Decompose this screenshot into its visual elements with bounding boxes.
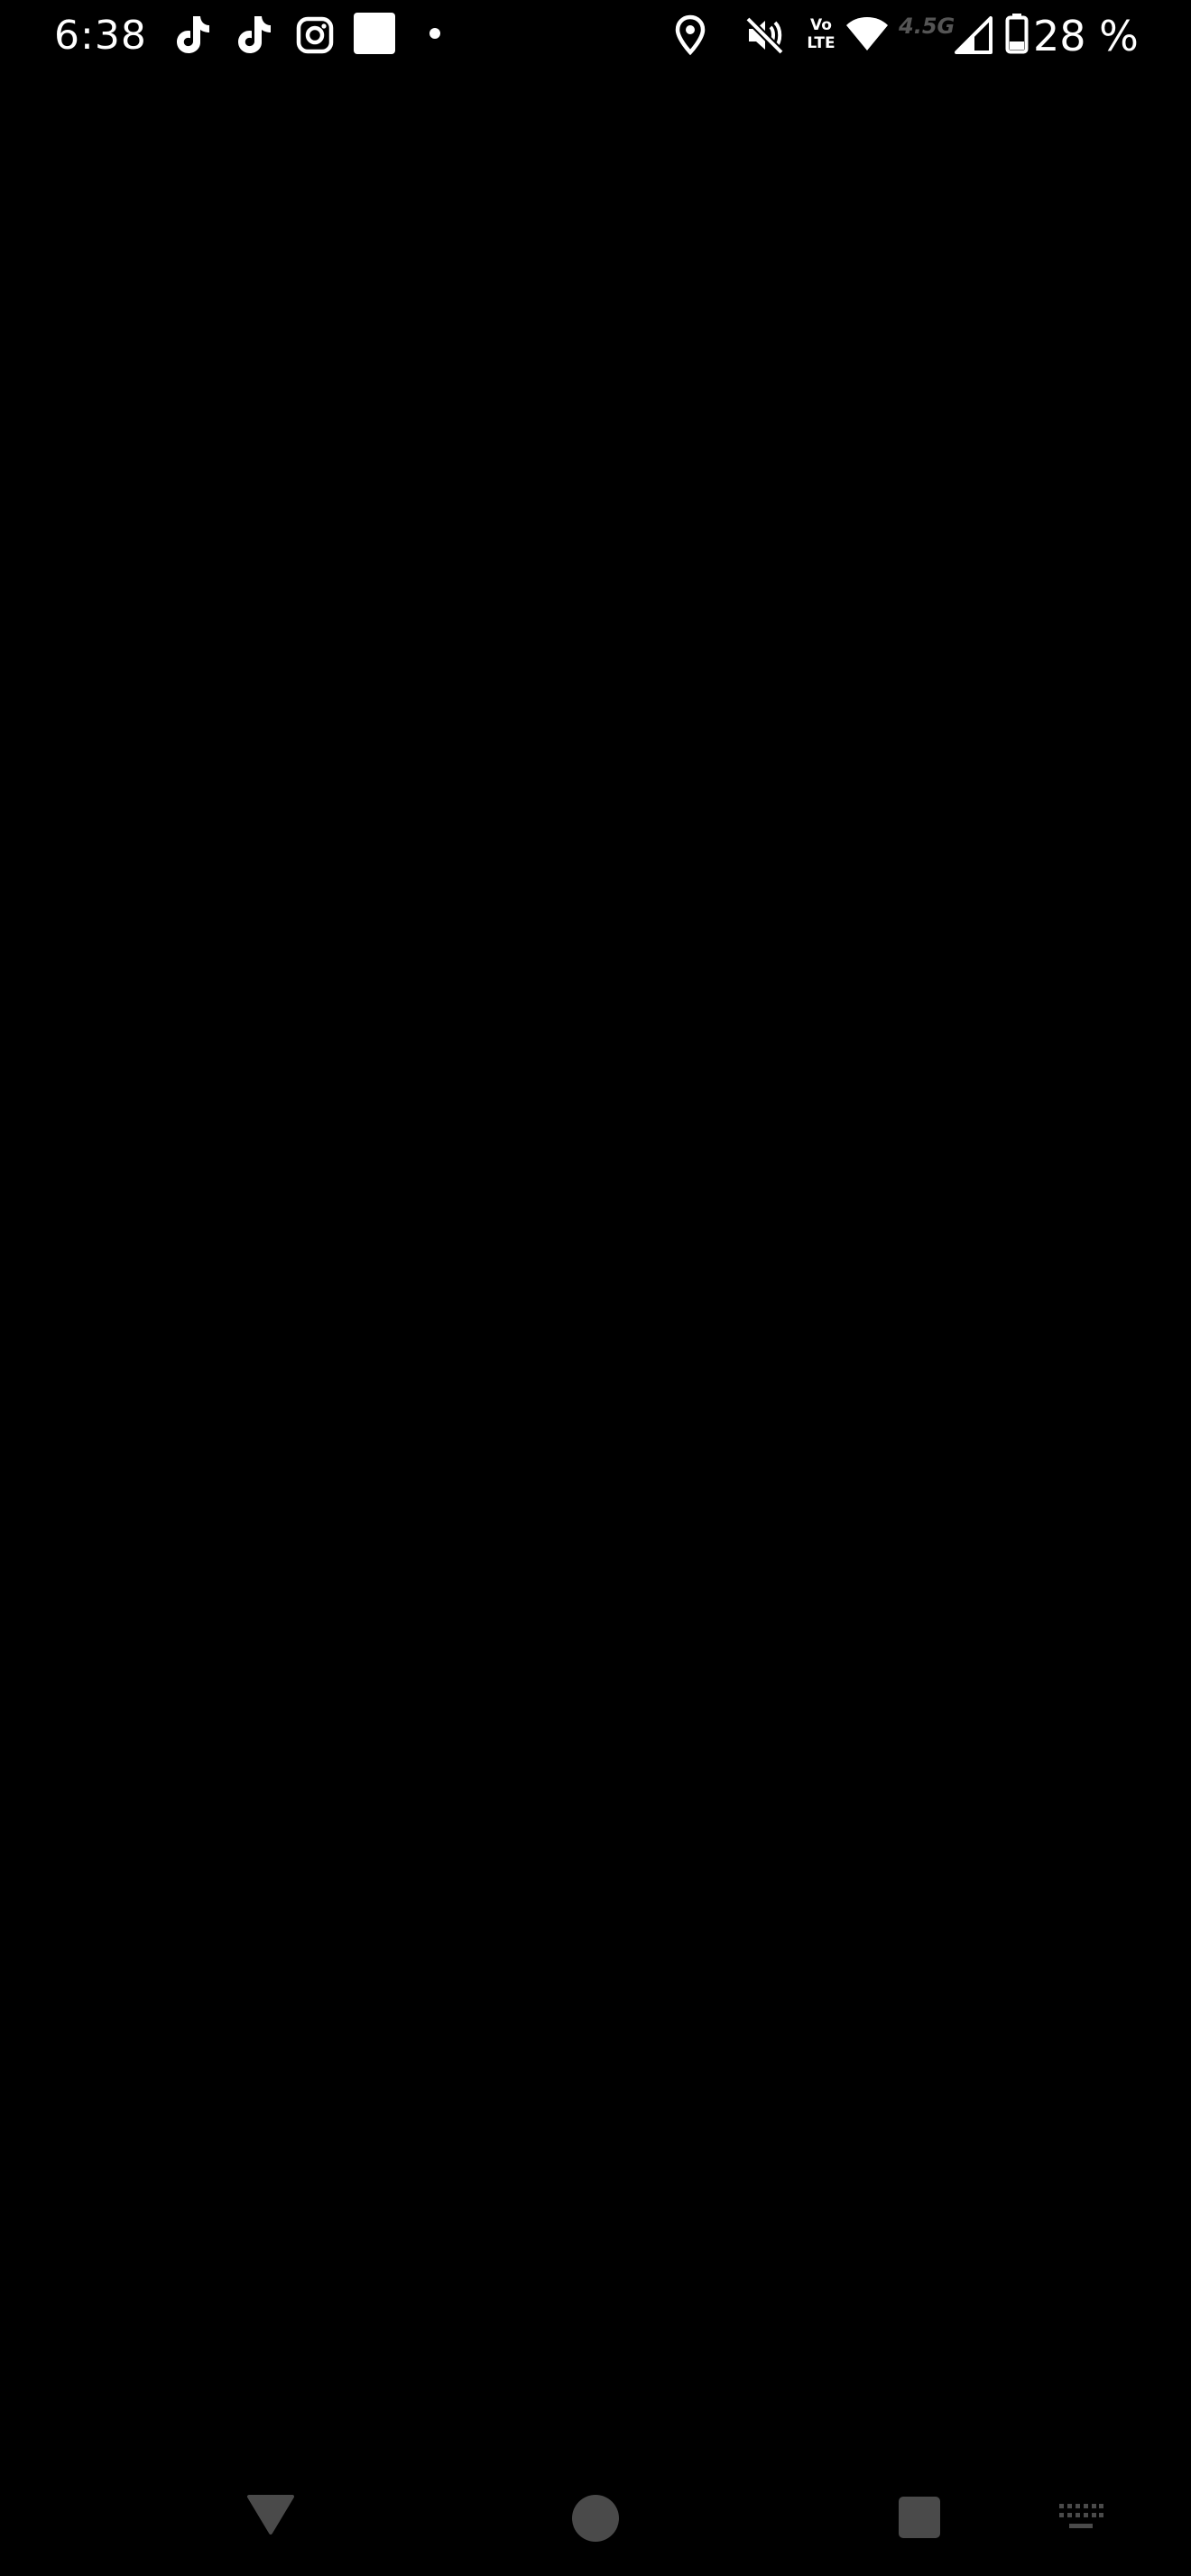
- keyboard-switch-button[interactable]: [1057, 2502, 1104, 2533]
- battery-icon: [1005, 13, 1029, 54]
- back-button[interactable]: [245, 2491, 296, 2536]
- battery-percentage: 28 %: [1033, 12, 1139, 60]
- volte-label-bottom: LTE: [807, 34, 836, 52]
- location-icon: [675, 14, 706, 56]
- volte-label-top: Vo: [810, 16, 832, 34]
- recents-button[interactable]: [899, 2497, 940, 2538]
- clock: 6:38: [54, 13, 147, 59]
- tiktok-icon: [171, 13, 211, 56]
- blank-content-area: [0, 72, 1191, 2489]
- navigation-bar: [0, 2489, 1191, 2576]
- network-generation-label: 4.5G: [899, 14, 956, 39]
- cellular-signal-icon: [955, 16, 992, 54]
- status-bar: 6:38 Vo LTE 4.5G 28 %: [0, 0, 1191, 72]
- home-button[interactable]: [572, 2495, 619, 2542]
- back-triangle-icon: [247, 2495, 294, 2535]
- wifi-icon: [845, 14, 890, 52]
- tiktok-icon: [233, 13, 272, 56]
- volte-icon: Vo LTE: [803, 16, 839, 56]
- instagram-icon: [296, 16, 334, 54]
- vibrate-off-icon: [743, 14, 785, 56]
- app-square-icon: [354, 13, 395, 54]
- keyboard-icon: [1059, 2504, 1103, 2528]
- more-dot-icon: [429, 28, 440, 39]
